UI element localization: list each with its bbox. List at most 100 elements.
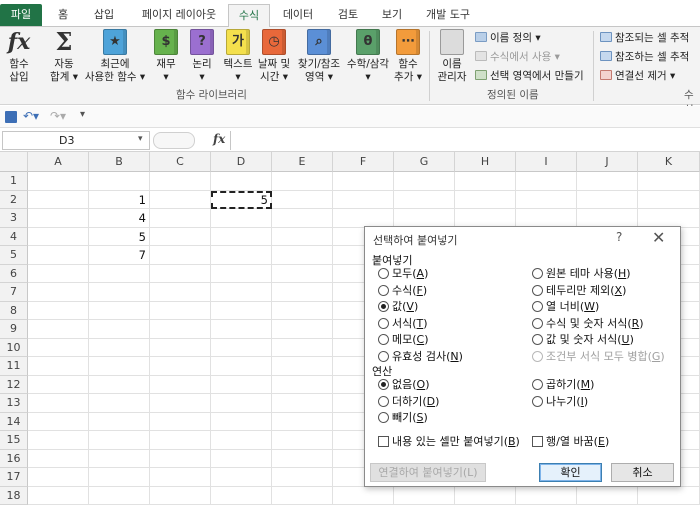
transpose-checkbox[interactable]: 행/열 바꿈(E) bbox=[532, 435, 609, 449]
name-box-dropdown-icon[interactable]: ▾ bbox=[138, 134, 143, 144]
customize-qat-icon[interactable]: ▾ bbox=[80, 109, 85, 120]
column-header-A[interactable]: A bbox=[28, 152, 89, 172]
operation-option-M[interactable]: 곱하기(M) bbox=[532, 378, 594, 392]
row-header-3[interactable]: 3 bbox=[0, 209, 28, 228]
tab-data[interactable]: 데이터 bbox=[276, 4, 320, 27]
paste-option-F[interactable]: 수식(F) bbox=[378, 284, 427, 298]
row-header-2[interactable]: 2 bbox=[0, 190, 28, 209]
name-box[interactable]: D3 bbox=[2, 131, 150, 150]
paste-option-A[interactable]: 모두(A) bbox=[378, 267, 428, 281]
row-header-11[interactable]: 11 bbox=[0, 357, 28, 376]
row-header-14[interactable]: 14 bbox=[0, 412, 28, 431]
paste-option-C[interactable]: 메모(C) bbox=[378, 333, 429, 347]
row-header-18[interactable]: 18 bbox=[0, 486, 28, 505]
row-header-6[interactable]: 6 bbox=[0, 264, 28, 283]
paste-option-H[interactable]: 원본 테마 사용(H) bbox=[532, 267, 631, 281]
radio-button[interactable] bbox=[532, 379, 543, 390]
radio-button[interactable] bbox=[378, 379, 389, 390]
text-button[interactable]: 가 텍스트 ▾ bbox=[220, 29, 256, 84]
tab-page-layout[interactable]: 페이지 레이아웃 bbox=[132, 4, 226, 27]
close-icon[interactable]: ✕ bbox=[652, 228, 665, 247]
math-trig-button[interactable]: θ 수학/삼각 ▾ bbox=[342, 29, 394, 84]
paste-option-R[interactable]: 수식 및 숫자 서식(R) bbox=[532, 317, 644, 331]
paste-link-button[interactable]: 연결하여 붙여넣기(L) bbox=[370, 463, 486, 482]
row-header-15[interactable]: 15 bbox=[0, 431, 28, 450]
checkbox[interactable] bbox=[378, 436, 389, 447]
column-header-H[interactable]: H bbox=[455, 152, 516, 172]
column-header-E[interactable]: E bbox=[272, 152, 333, 172]
tab-review[interactable]: 검토 bbox=[328, 4, 368, 27]
operation-option-S[interactable]: 빼기(S) bbox=[378, 411, 428, 425]
save-icon[interactable] bbox=[5, 111, 17, 123]
operation-option-D[interactable]: 더하기(D) bbox=[378, 395, 439, 409]
radio-button[interactable] bbox=[532, 350, 543, 362]
radio-button[interactable] bbox=[378, 412, 389, 423]
lookup-button[interactable]: ⌕ 찾기/참조 영역 ▾ bbox=[294, 29, 344, 84]
ok-button[interactable]: 확인 bbox=[539, 463, 602, 482]
insert-function-button[interactable]: fx 함수 삽입 bbox=[2, 29, 36, 84]
autosum-button[interactable]: Σ 자동 합계 ▾ bbox=[44, 29, 84, 84]
row-header-10[interactable]: 10 bbox=[0, 338, 28, 357]
redo-icon[interactable]: ↷▾ bbox=[50, 109, 66, 123]
recently-used-button[interactable]: ★ 최근에 사용한 함수 ▾ bbox=[80, 29, 150, 84]
logical-button[interactable]: ? 논리 ▾ bbox=[186, 29, 218, 84]
formula-input[interactable] bbox=[230, 131, 700, 150]
cell-B3[interactable]: 4 bbox=[89, 209, 146, 227]
row-header-9[interactable]: 9 bbox=[0, 320, 28, 339]
skip-blanks-checkbox[interactable]: 내용 있는 셀만 붙여넣기(B) bbox=[378, 435, 520, 449]
trace-precedents-button[interactable]: 참조되는 셀 추적 bbox=[600, 31, 689, 45]
column-header-B[interactable]: B bbox=[89, 152, 150, 172]
select-all-corner[interactable] bbox=[0, 152, 28, 172]
trace-dependents-button[interactable]: 참조하는 셀 추적 bbox=[600, 50, 689, 64]
tab-insert[interactable]: 삽입 bbox=[84, 4, 124, 27]
remove-arrows-button[interactable]: 연결선 제거 ▾ bbox=[600, 69, 675, 83]
column-header-K[interactable]: K bbox=[638, 152, 700, 172]
radio-button[interactable] bbox=[378, 317, 389, 329]
radio-button[interactable] bbox=[378, 350, 389, 362]
column-header-D[interactable]: D bbox=[211, 152, 272, 172]
paste-option-T[interactable]: 서식(T) bbox=[378, 317, 428, 331]
row-header-1[interactable]: 1 bbox=[0, 172, 28, 191]
column-header-G[interactable]: G bbox=[394, 152, 455, 172]
tab-formulas[interactable]: 수식 bbox=[228, 4, 270, 27]
row-header-13[interactable]: 13 bbox=[0, 394, 28, 413]
more-functions-button[interactable]: ⋯ 함수 추가 ▾ bbox=[392, 29, 424, 84]
paste-option-X[interactable]: 테두리만 제외(X) bbox=[532, 284, 626, 298]
help-icon[interactable]: ? bbox=[616, 230, 622, 244]
datetime-button[interactable]: ◷ 날짜 및 시간 ▾ bbox=[256, 29, 292, 84]
row-header-8[interactable]: 8 bbox=[0, 301, 28, 320]
cell-B5[interactable]: 7 bbox=[89, 246, 146, 264]
radio-button[interactable] bbox=[532, 268, 543, 279]
tab-view[interactable]: 보기 bbox=[372, 4, 412, 27]
row-header-7[interactable]: 7 bbox=[0, 283, 28, 302]
financial-button[interactable]: $ 재무 ▾ bbox=[150, 29, 182, 84]
define-name-button[interactable]: 이름 정의 ▾ bbox=[475, 31, 541, 45]
cell-B4[interactable]: 5 bbox=[89, 228, 146, 246]
operation-option-O[interactable]: 없음(O) bbox=[378, 378, 430, 392]
row-header-12[interactable]: 12 bbox=[0, 375, 28, 394]
column-header-I[interactable]: I bbox=[516, 152, 577, 172]
use-in-formula-button[interactable]: 수식에서 사용 ▾ bbox=[475, 50, 560, 64]
insert-function-icon[interactable]: fx bbox=[213, 132, 225, 146]
checkbox[interactable] bbox=[532, 436, 543, 447]
radio-button[interactable] bbox=[378, 284, 389, 296]
paste-option-G[interactable]: 조건부 서식 모두 병합(G) bbox=[532, 350, 665, 364]
row-header-16[interactable]: 16 bbox=[0, 449, 28, 468]
radio-button[interactable] bbox=[532, 317, 543, 329]
radio-button[interactable] bbox=[532, 284, 543, 296]
column-header-J[interactable]: J bbox=[577, 152, 638, 172]
create-from-selection-button[interactable]: 선택 영역에서 만들기 bbox=[475, 69, 584, 83]
radio-button[interactable] bbox=[532, 395, 543, 407]
radio-button[interactable] bbox=[532, 301, 543, 312]
radio-button[interactable] bbox=[378, 334, 389, 345]
operation-option-I[interactable]: 나누기(I) bbox=[532, 395, 588, 409]
row-header-5[interactable]: 5 bbox=[0, 246, 28, 265]
row-header-17[interactable]: 17 bbox=[0, 468, 28, 487]
name-manager-button[interactable]: 이름 관리자 bbox=[432, 29, 472, 84]
radio-button[interactable] bbox=[378, 395, 389, 407]
paste-option-W[interactable]: 열 너비(W) bbox=[532, 300, 599, 314]
tab-developer[interactable]: 개발 도구 bbox=[418, 4, 478, 27]
paste-option-U[interactable]: 값 및 숫자 서식(U) bbox=[532, 333, 634, 347]
column-header-F[interactable]: F bbox=[333, 152, 394, 172]
row-header-4[interactable]: 4 bbox=[0, 227, 28, 246]
